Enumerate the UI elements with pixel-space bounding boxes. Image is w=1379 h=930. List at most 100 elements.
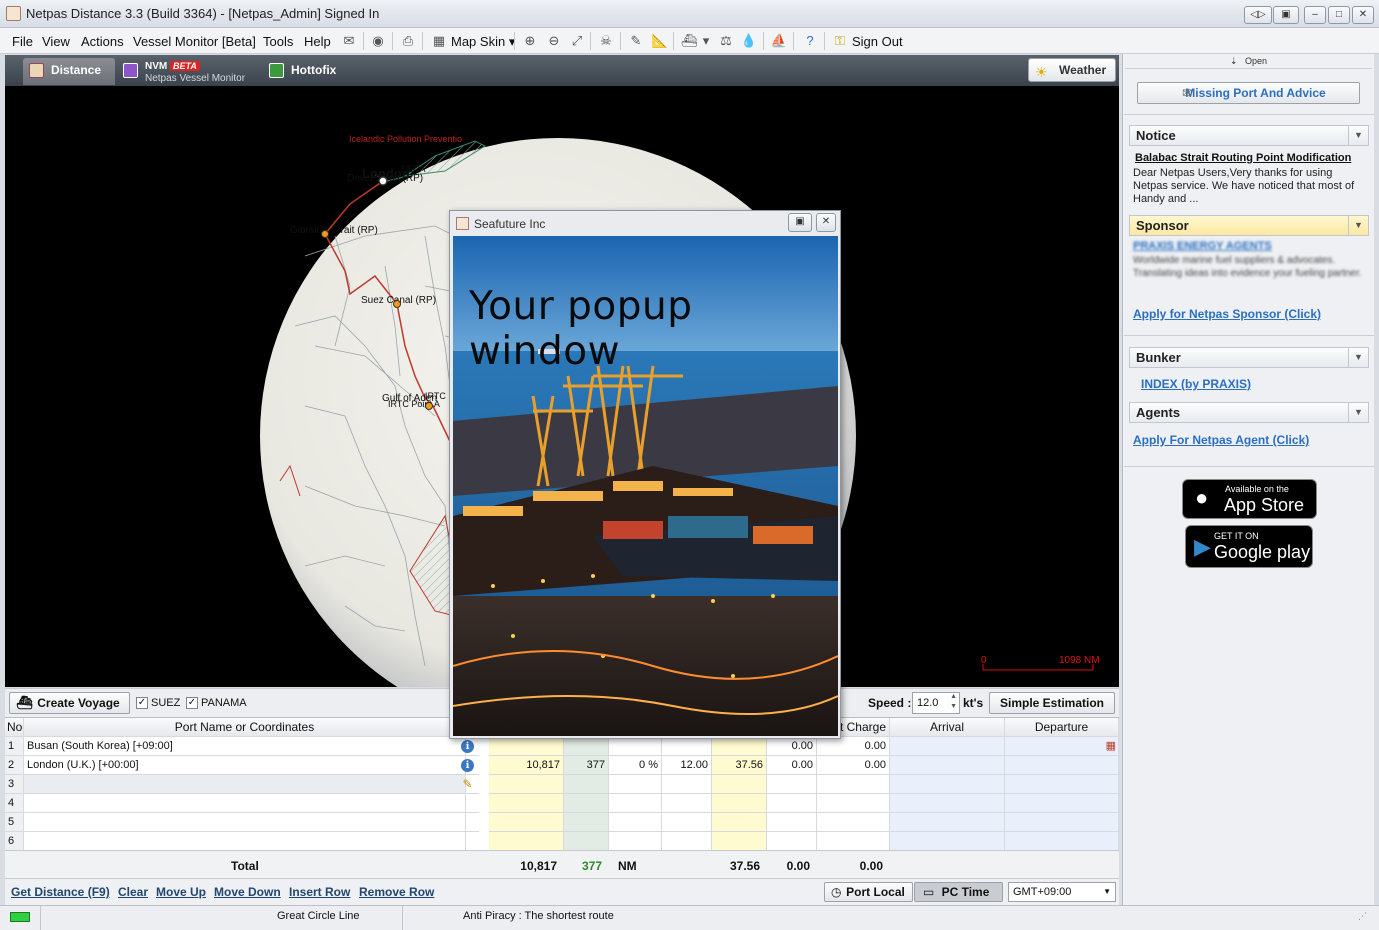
panama-checkbox[interactable]: ✓	[186, 697, 198, 709]
grid-cell-seca_days[interactable]	[767, 813, 817, 832]
grid-cell-ratio[interactable]: 0 %	[609, 756, 662, 775]
grid-cell-dist[interactable]: 10,817	[489, 756, 564, 775]
grid-cell-arrival[interactable]	[890, 794, 1005, 813]
clear-link[interactable]: Clear	[118, 885, 148, 899]
fit-extent-icon[interactable]: ⤢	[568, 32, 586, 50]
grid-cell-charge[interactable]	[817, 832, 890, 851]
menu-file[interactable]: File	[12, 34, 33, 49]
weight-icon[interactable]: ⚖	[717, 32, 735, 50]
grid-cell-port[interactable]	[24, 813, 466, 832]
grid-cell-departure[interactable]	[1005, 756, 1119, 775]
grid-cell-departure[interactable]	[1005, 813, 1119, 832]
grid-cell-charge[interactable]	[817, 794, 890, 813]
move-up-link[interactable]: Move Up	[156, 885, 206, 899]
grid-cell-seca_days[interactable]: 0.00	[767, 756, 817, 775]
grid-cell-charge[interactable]	[817, 813, 890, 832]
grid-cell-arrival[interactable]	[890, 832, 1005, 851]
grid-cell-charge[interactable]: 0.00	[817, 737, 890, 756]
measure-icon[interactable]: 📐	[651, 32, 669, 50]
grid-cell-seca[interactable]	[564, 813, 609, 832]
grid-cell-days[interactable]	[712, 737, 767, 756]
grid-cell-departure[interactable]: ▦	[1005, 737, 1119, 756]
menu-actions[interactable]: Actions	[81, 34, 124, 49]
sponsor-section[interactable]: Sponsor ▼	[1129, 215, 1369, 236]
grid-cell-dist[interactable]	[489, 775, 564, 794]
drop-icon[interactable]: 💧	[740, 32, 758, 50]
sponsor-chevron-icon[interactable]: ▼	[1348, 216, 1368, 235]
grid-cell-info[interactable]: ℹ	[456, 737, 479, 756]
restore-layout-button[interactable]: ◁▷	[1244, 6, 1272, 24]
grid-cell-days[interactable]	[712, 813, 767, 832]
menu-vessel-monitor[interactable]: Vessel Monitor [Beta]	[133, 34, 256, 49]
grid-cell-speed[interactable]	[662, 775, 712, 794]
waypoint-suez[interactable]	[393, 300, 401, 308]
ship-dropdown-icon[interactable]: ▾	[700, 32, 712, 50]
ship-icon[interactable]: ⛴	[680, 32, 698, 50]
side-open-toggle[interactable]: ⇣ Open	[1125, 56, 1372, 69]
suez-checkbox[interactable]: ✓	[136, 697, 148, 709]
agents-section[interactable]: Agents ▼	[1129, 402, 1369, 423]
grid-cell-arrival[interactable]	[890, 775, 1005, 794]
speed-spinner-icon[interactable]: ▲ ▼	[950, 692, 957, 712]
grid-cell-seca_days[interactable]	[767, 794, 817, 813]
popup-restore-button[interactable]: ▣	[788, 213, 812, 232]
grid-cell-arrival[interactable]	[890, 813, 1005, 832]
calendar-icon[interactable]: ▦	[1106, 737, 1116, 755]
grid-cell-speed[interactable]	[662, 737, 712, 756]
grid-cell-departure[interactable]	[1005, 775, 1119, 794]
grid-cell-port[interactable]	[24, 832, 466, 851]
bunker-section[interactable]: Bunker ▼	[1129, 347, 1369, 368]
print-icon[interactable]: ⎙	[399, 32, 417, 50]
grid-cell-days[interactable]: 37.56	[712, 756, 767, 775]
grid-cell-ratio[interactable]	[609, 737, 662, 756]
minimize-button[interactable]: –	[1304, 6, 1326, 24]
grid-cell-port[interactable]: Busan (South Korea) [+09:00]	[24, 737, 466, 756]
simple-estimation-button[interactable]: Simple Estimation	[989, 692, 1115, 714]
grid-cell-departure[interactable]	[1005, 832, 1119, 851]
grid-cell-seca[interactable]	[564, 737, 609, 756]
close-button[interactable]: ✕	[1352, 6, 1374, 24]
grid-cell-dist[interactable]	[489, 794, 564, 813]
grid-cell-info[interactable]	[456, 794, 479, 813]
grid-cell-speed[interactable]	[662, 832, 712, 851]
grid-cell-seca[interactable]: 377	[564, 756, 609, 775]
header-port[interactable]: Port Name or Coordinates	[24, 718, 466, 737]
map-skin-menu[interactable]: Map Skin ▾	[451, 34, 515, 50]
insert-row-link[interactable]: Insert Row	[289, 885, 350, 899]
info-icon[interactable]: ℹ	[461, 759, 474, 772]
sponsor-name[interactable]: PRAXIS ENERGY AGENTS	[1133, 240, 1367, 252]
sign-out-button[interactable]: Sign Out	[852, 34, 903, 49]
grid-cell-ratio[interactable]	[609, 775, 662, 794]
missing-port-button[interactable]: ✉ Missing Port And Advice	[1137, 82, 1360, 104]
tab-hottofix[interactable]: Hottofix	[263, 58, 353, 85]
grid-cell-info[interactable]	[456, 832, 479, 851]
grid-cell-info[interactable]: ℹ	[456, 756, 479, 775]
grid-cell-dist[interactable]	[489, 832, 564, 851]
map-skin-icon[interactable]: ▦	[430, 32, 448, 50]
waypoint-gibraltar[interactable]	[321, 230, 329, 238]
grid-cell-speed[interactable]	[662, 794, 712, 813]
grid-cell-days[interactable]	[712, 794, 767, 813]
grid-cell-port[interactable]	[24, 794, 466, 813]
notice-title-link[interactable]: Balabac Strait Routing Point Modificatio…	[1135, 152, 1369, 164]
bunker-index-link[interactable]: INDEX (by PRAXIS)	[1141, 377, 1251, 391]
waypoint-aden[interactable]	[425, 402, 433, 410]
grid-cell-days[interactable]	[712, 775, 767, 794]
grid-cell-port[interactable]: London (U.K.) [+00:00]	[24, 756, 466, 775]
move-down-link[interactable]: Move Down	[214, 885, 281, 899]
app-store-badge[interactable]: ● Available on the App Store	[1182, 479, 1317, 519]
menu-help[interactable]: Help	[304, 34, 331, 49]
grid-cell-arrival[interactable]	[890, 756, 1005, 775]
grid-cell-charge[interactable]	[817, 775, 890, 794]
agents-apply-link[interactable]: Apply For Netpas Agent (Click)	[1133, 433, 1309, 447]
popup-close-button[interactable]: ✕	[816, 213, 836, 232]
port-local-button[interactable]: ◷ Port Local	[824, 882, 913, 902]
speed-input[interactable]: 12.0 ▲ ▼	[912, 692, 960, 714]
create-voyage-button[interactable]: ⛴ Create Voyage	[9, 692, 130, 714]
grid-cell-seca_days[interactable]	[767, 775, 817, 794]
edit-pencil-icon[interactable]: ✎	[462, 777, 472, 791]
notice-icon[interactable]: ✉	[340, 32, 358, 50]
piracy-icon[interactable]: ☠	[597, 32, 615, 50]
grid-cell-info[interactable]: ✎	[456, 775, 479, 794]
grid-cell-dist[interactable]	[489, 813, 564, 832]
